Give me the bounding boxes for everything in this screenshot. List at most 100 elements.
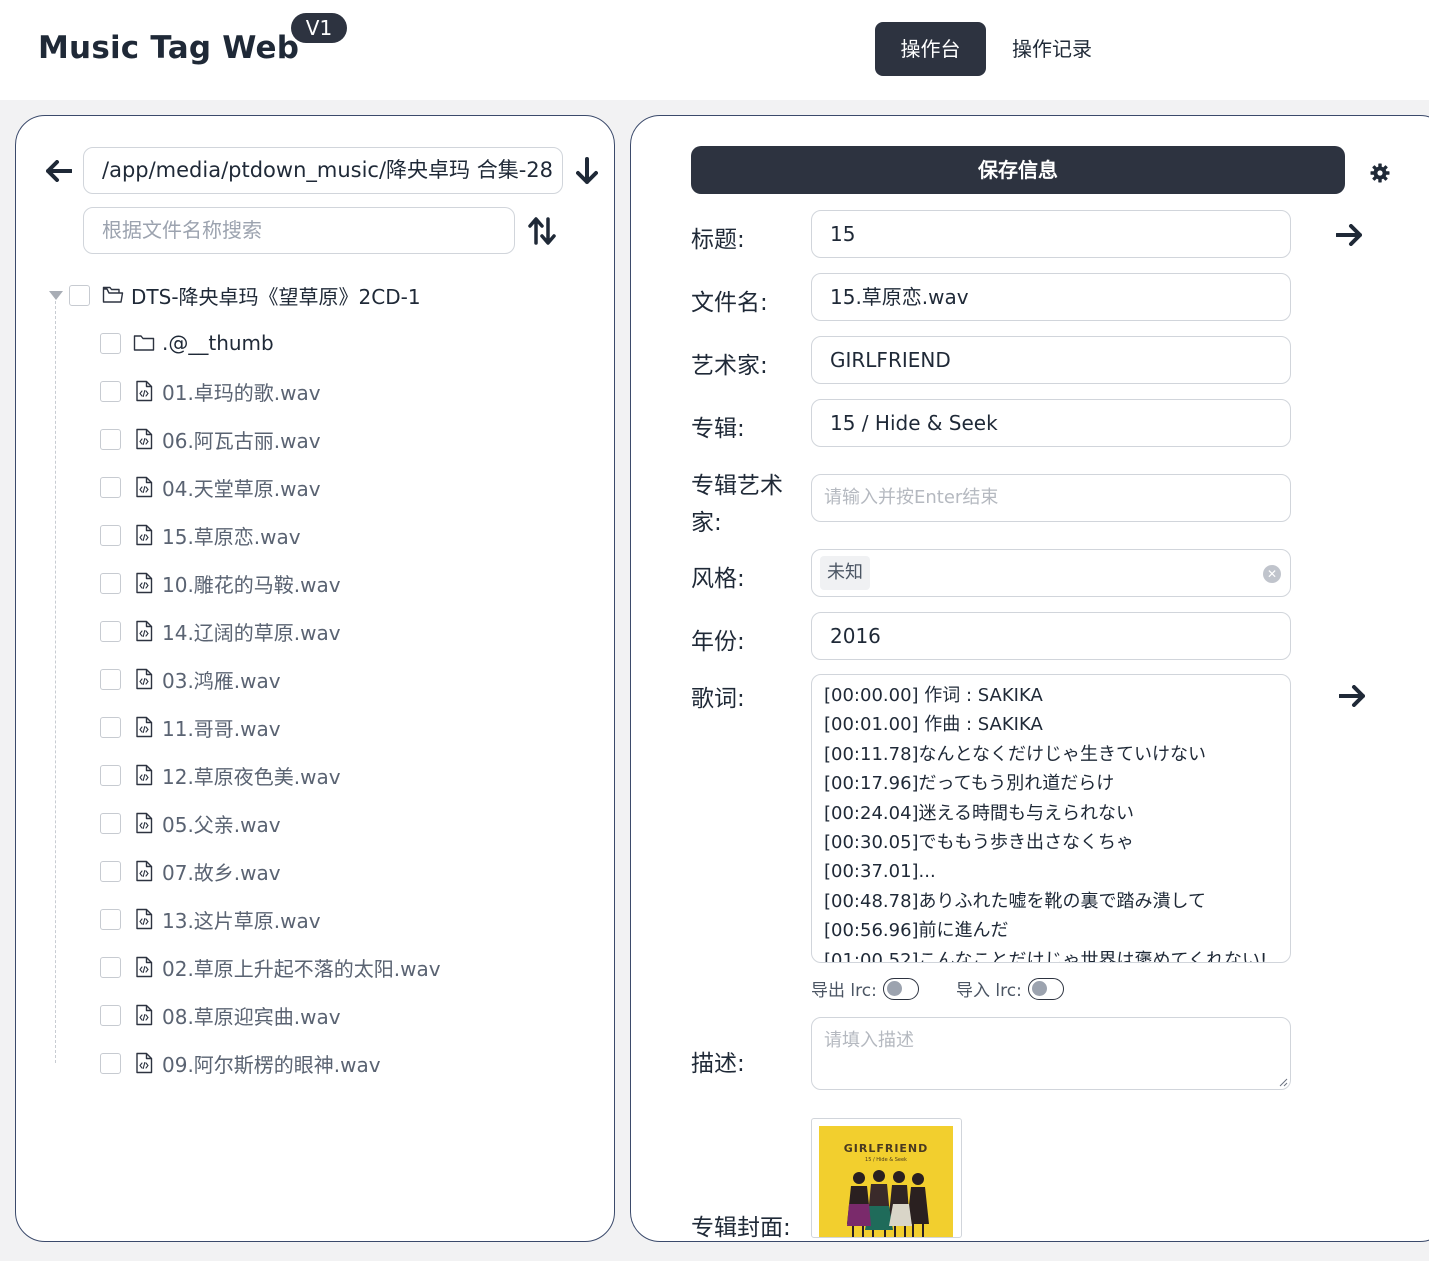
title-field[interactable]: 15 xyxy=(811,210,1291,258)
folder-checkbox[interactable] xyxy=(69,284,90,306)
audio-file-icon xyxy=(133,812,155,834)
filename-search-input[interactable]: 根据文件名称搜索 xyxy=(83,207,515,254)
audio-file-icon xyxy=(133,620,155,642)
path-input[interactable]: /app/media/ptdown_music/降央卓玛 合集-28 xyxy=(83,147,563,194)
file-label: 06.阿瓦古丽.wav xyxy=(162,428,321,453)
file-checkbox[interactable] xyxy=(100,620,121,642)
file-checkbox[interactable] xyxy=(100,1052,121,1074)
tree-file-item[interactable]: 10.雕花的马鞍.wav xyxy=(100,559,341,607)
collapse-caret-icon[interactable] xyxy=(49,290,63,300)
subfolder-label: .@__thumb xyxy=(162,331,274,355)
sort-icon[interactable] xyxy=(527,215,557,247)
audio-file-icon xyxy=(133,476,155,498)
file-checkbox[interactable] xyxy=(100,668,121,690)
tree-file-item[interactable]: 03.鸿雁.wav xyxy=(100,655,281,703)
genre-select[interactable]: 未知 ✕ xyxy=(811,549,1291,597)
file-browser-panel: /app/media/ptdown_music/降央卓玛 合集-28 根据文件名… xyxy=(15,115,615,1242)
tab-console[interactable]: 操作台 xyxy=(875,22,986,76)
tree-guide-line xyxy=(55,301,56,1063)
file-checkbox[interactable] xyxy=(100,716,121,738)
file-label: 07.故乡.wav xyxy=(162,860,281,885)
folder-open-icon xyxy=(102,284,124,306)
import-lrc-label: 导入 lrc: xyxy=(956,981,1022,1001)
download-arrow-icon[interactable] xyxy=(574,156,600,186)
cover-label: 专辑封面: xyxy=(691,1215,791,1241)
file-checkbox[interactable] xyxy=(100,908,121,930)
tree-file-item[interactable]: 01.卓玛的歌.wav xyxy=(100,367,321,415)
file-label: 08.草原迎宾曲.wav xyxy=(162,1004,341,1029)
tree-file-item[interactable]: 09.阿尔斯楞的眼神.wav xyxy=(100,1039,381,1087)
file-checkbox[interactable] xyxy=(100,764,121,786)
tree-root-folder[interactable]: DTS-降央卓玛《望草原》2CD-1 xyxy=(49,271,421,319)
tree-file-item[interactable]: 05.父亲.wav xyxy=(100,799,281,847)
lyric-line: [00:37.01]... xyxy=(824,861,936,883)
album-field[interactable]: 15 / Hide & Seek xyxy=(811,399,1291,447)
switch-knob xyxy=(886,980,902,996)
file-checkbox[interactable] xyxy=(100,572,121,594)
lyric-line: [00:48.78]ありふれた嘘を靴の裏で踏み潰して xyxy=(824,890,1207,912)
tree-file-item[interactable]: 08.草原迎宾曲.wav xyxy=(100,991,341,1039)
album-cover-frame[interactable]: GIRLFRIEND 15 / Hide & Seek xyxy=(811,1118,962,1238)
clear-icon[interactable]: ✕ xyxy=(1263,565,1281,583)
tree-file-item[interactable]: 02.草原上升起不落的太阳.wav xyxy=(100,943,441,991)
resize-grip-icon[interactable] xyxy=(1278,1077,1288,1087)
file-label: 09.阿尔斯楞的眼神.wav xyxy=(162,1052,381,1077)
file-label: 04.天堂草原.wav xyxy=(162,476,321,501)
back-arrow-icon[interactable] xyxy=(44,158,74,184)
file-checkbox[interactable] xyxy=(100,860,121,882)
export-lrc-switch[interactable] xyxy=(882,977,919,1000)
gear-icon[interactable] xyxy=(1368,161,1392,185)
audio-file-icon xyxy=(133,572,155,594)
tree-file-item[interactable]: 13.这片草原.wav xyxy=(100,895,321,943)
folder-label: DTS-降央卓玛《望草原》2CD-1 xyxy=(131,284,421,309)
subfolder-checkbox[interactable] xyxy=(100,332,121,354)
genre-tag: 未知 xyxy=(820,556,870,590)
apply-title-arrow-icon[interactable] xyxy=(1335,223,1363,247)
file-label: 13.这片草原.wav xyxy=(162,908,321,933)
switch-knob xyxy=(1031,980,1047,996)
tree-file-item[interactable]: 06.阿瓦古丽.wav xyxy=(100,415,321,463)
audio-file-icon xyxy=(133,908,155,930)
description-placeholder: 请填入描述 xyxy=(824,1030,914,1051)
file-checkbox[interactable] xyxy=(100,428,121,450)
year-field[interactable]: 2016 xyxy=(811,612,1291,660)
import-lrc-toggle-row: 导入 lrc: xyxy=(956,976,1064,1001)
genre-label: 风格: xyxy=(691,566,745,592)
lyric-line: [00:11.78]なんとなくだけじゃ生きていけない xyxy=(824,743,1207,765)
import-lrc-switch[interactable] xyxy=(1027,977,1064,1000)
tree-file-item[interactable]: 07.故乡.wav xyxy=(100,847,281,895)
lyric-line: [00:56.96]前に進んだ xyxy=(824,920,1009,942)
file-checkbox[interactable] xyxy=(100,524,121,546)
lyrics-textarea[interactable]: [00:00.00] 作词 : SAKIKA [00:01.00] 作曲 : SA… xyxy=(811,674,1291,963)
file-checkbox[interactable] xyxy=(100,956,121,978)
file-checkbox[interactable] xyxy=(100,380,121,402)
description-textarea[interactable]: 请填入描述 xyxy=(811,1017,1291,1090)
artist-field[interactable]: GIRLFRIEND xyxy=(811,336,1291,384)
album-cover-image: GIRLFRIEND 15 / Hide & Seek xyxy=(819,1126,953,1237)
tree-subfolder[interactable]: .@__thumb xyxy=(100,319,274,367)
audio-file-icon xyxy=(133,524,155,546)
tree-file-item[interactable]: 11.哥哥.wav xyxy=(100,703,281,751)
apply-lyrics-arrow-icon[interactable] xyxy=(1338,684,1366,708)
tree-file-item[interactable]: 12.草原夜色美.wav xyxy=(100,751,341,799)
lyric-line: [00:30.05]でももう歩き出さなくちゃ xyxy=(824,832,1135,854)
save-button[interactable]: 保存信息 xyxy=(691,146,1345,194)
tab-history[interactable]: 操作记录 xyxy=(998,22,1106,76)
file-label: 15.草原恋.wav xyxy=(162,524,301,549)
tag-editor-panel: 保存信息 标题: 15 文件名: 15.草原恋.wav 艺术家: GIRLFRI… xyxy=(630,115,1429,1242)
file-checkbox[interactable] xyxy=(100,812,121,834)
file-checkbox[interactable] xyxy=(100,1004,121,1026)
filename-field[interactable]: 15.草原恋.wav xyxy=(811,273,1291,321)
file-checkbox[interactable] xyxy=(100,476,121,498)
tree-file-item[interactable]: 14.辽阔的草原.wav xyxy=(100,607,341,655)
file-label: 11.哥哥.wav xyxy=(162,716,281,741)
file-label: 01.卓玛的歌.wav xyxy=(162,380,321,405)
audio-file-icon xyxy=(133,1052,155,1074)
artist-label: 艺术家: xyxy=(691,353,768,379)
audio-file-icon xyxy=(133,668,155,690)
version-badge: V1 xyxy=(291,13,347,43)
tree-file-item[interactable]: 04.天堂草原.wav xyxy=(100,463,321,511)
tree-file-item[interactable]: 15.草原恋.wav xyxy=(100,511,301,559)
album-artist-field[interactable]: 请输入并按Enter结束 xyxy=(811,474,1291,522)
description-label: 描述: xyxy=(691,1051,745,1077)
